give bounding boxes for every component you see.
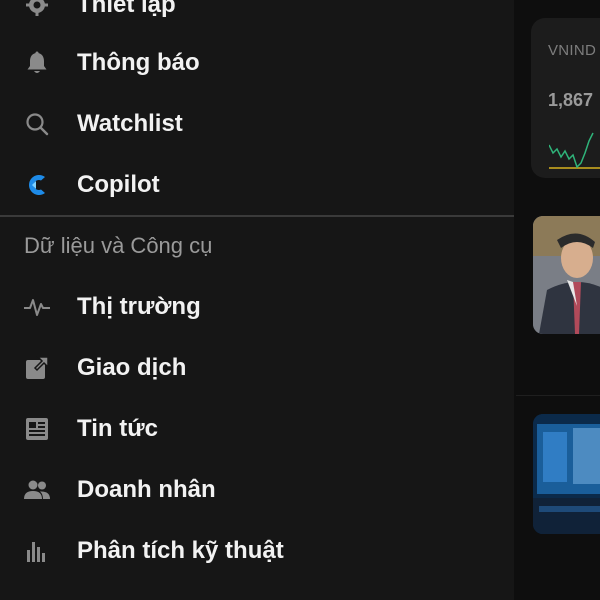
menu-item-trading[interactable]: Giao dịch bbox=[0, 343, 514, 393]
menu-label: Thị trường bbox=[77, 293, 201, 320]
menu-label: Giao dịch bbox=[77, 354, 187, 381]
index-sparkline bbox=[549, 132, 600, 169]
gear-icon bbox=[22, 0, 52, 20]
menu-item-market[interactable]: Thị trường bbox=[0, 282, 514, 332]
menu-label: Doanh nhân bbox=[77, 476, 216, 503]
navigation-drawer: Thiết lập Thông báo Watchlist Copilot Dữ… bbox=[0, 0, 514, 600]
menu-item-technical-analysis[interactable]: Phân tích kỹ thuật bbox=[0, 526, 514, 576]
menu-label: Tin tức bbox=[77, 415, 158, 442]
people-icon bbox=[22, 475, 52, 505]
menu-item-settings[interactable]: Thiết lập bbox=[0, 0, 514, 30]
studio-photo-icon bbox=[533, 414, 600, 534]
menu-label: Copilot bbox=[77, 171, 160, 198]
section-title: Dữ liệu và Công cụ bbox=[24, 233, 213, 258]
section-divider bbox=[0, 215, 514, 217]
news-thumbnail[interactable] bbox=[533, 216, 600, 334]
menu-item-watchlist[interactable]: Watchlist bbox=[0, 99, 514, 149]
menu-label: Thông báo bbox=[77, 49, 200, 76]
menu-item-notifications[interactable]: Thông báo bbox=[0, 38, 514, 88]
menu-label: Phân tích kỹ thuật bbox=[77, 537, 284, 564]
menu-item-copilot[interactable]: Copilot bbox=[0, 160, 514, 210]
bar-chart-icon bbox=[22, 536, 52, 566]
index-name: VNIND bbox=[548, 42, 597, 59]
news-thumbnail[interactable] bbox=[533, 414, 600, 534]
list-divider bbox=[516, 395, 600, 396]
menu-item-news[interactable]: Tin tức bbox=[0, 404, 514, 454]
app-screen: VNIND 1,867 Thiết lập Thông báo Watchlis… bbox=[0, 0, 600, 600]
menu-item-entrepreneurs[interactable]: Doanh nhân bbox=[0, 465, 514, 515]
newspaper-icon bbox=[22, 414, 52, 444]
market-index-card[interactable]: VNIND 1,867 bbox=[531, 18, 600, 178]
pulse-icon bbox=[22, 292, 52, 322]
external-link-icon bbox=[22, 353, 52, 383]
index-value: 1,867 bbox=[548, 90, 594, 110]
person-photo-icon bbox=[533, 216, 600, 334]
bell-icon bbox=[22, 48, 52, 78]
menu-label: Watchlist bbox=[77, 110, 183, 137]
menu-label: Thiết lập bbox=[77, 0, 176, 18]
copilot-logo-icon bbox=[22, 170, 52, 200]
search-icon bbox=[22, 109, 52, 139]
